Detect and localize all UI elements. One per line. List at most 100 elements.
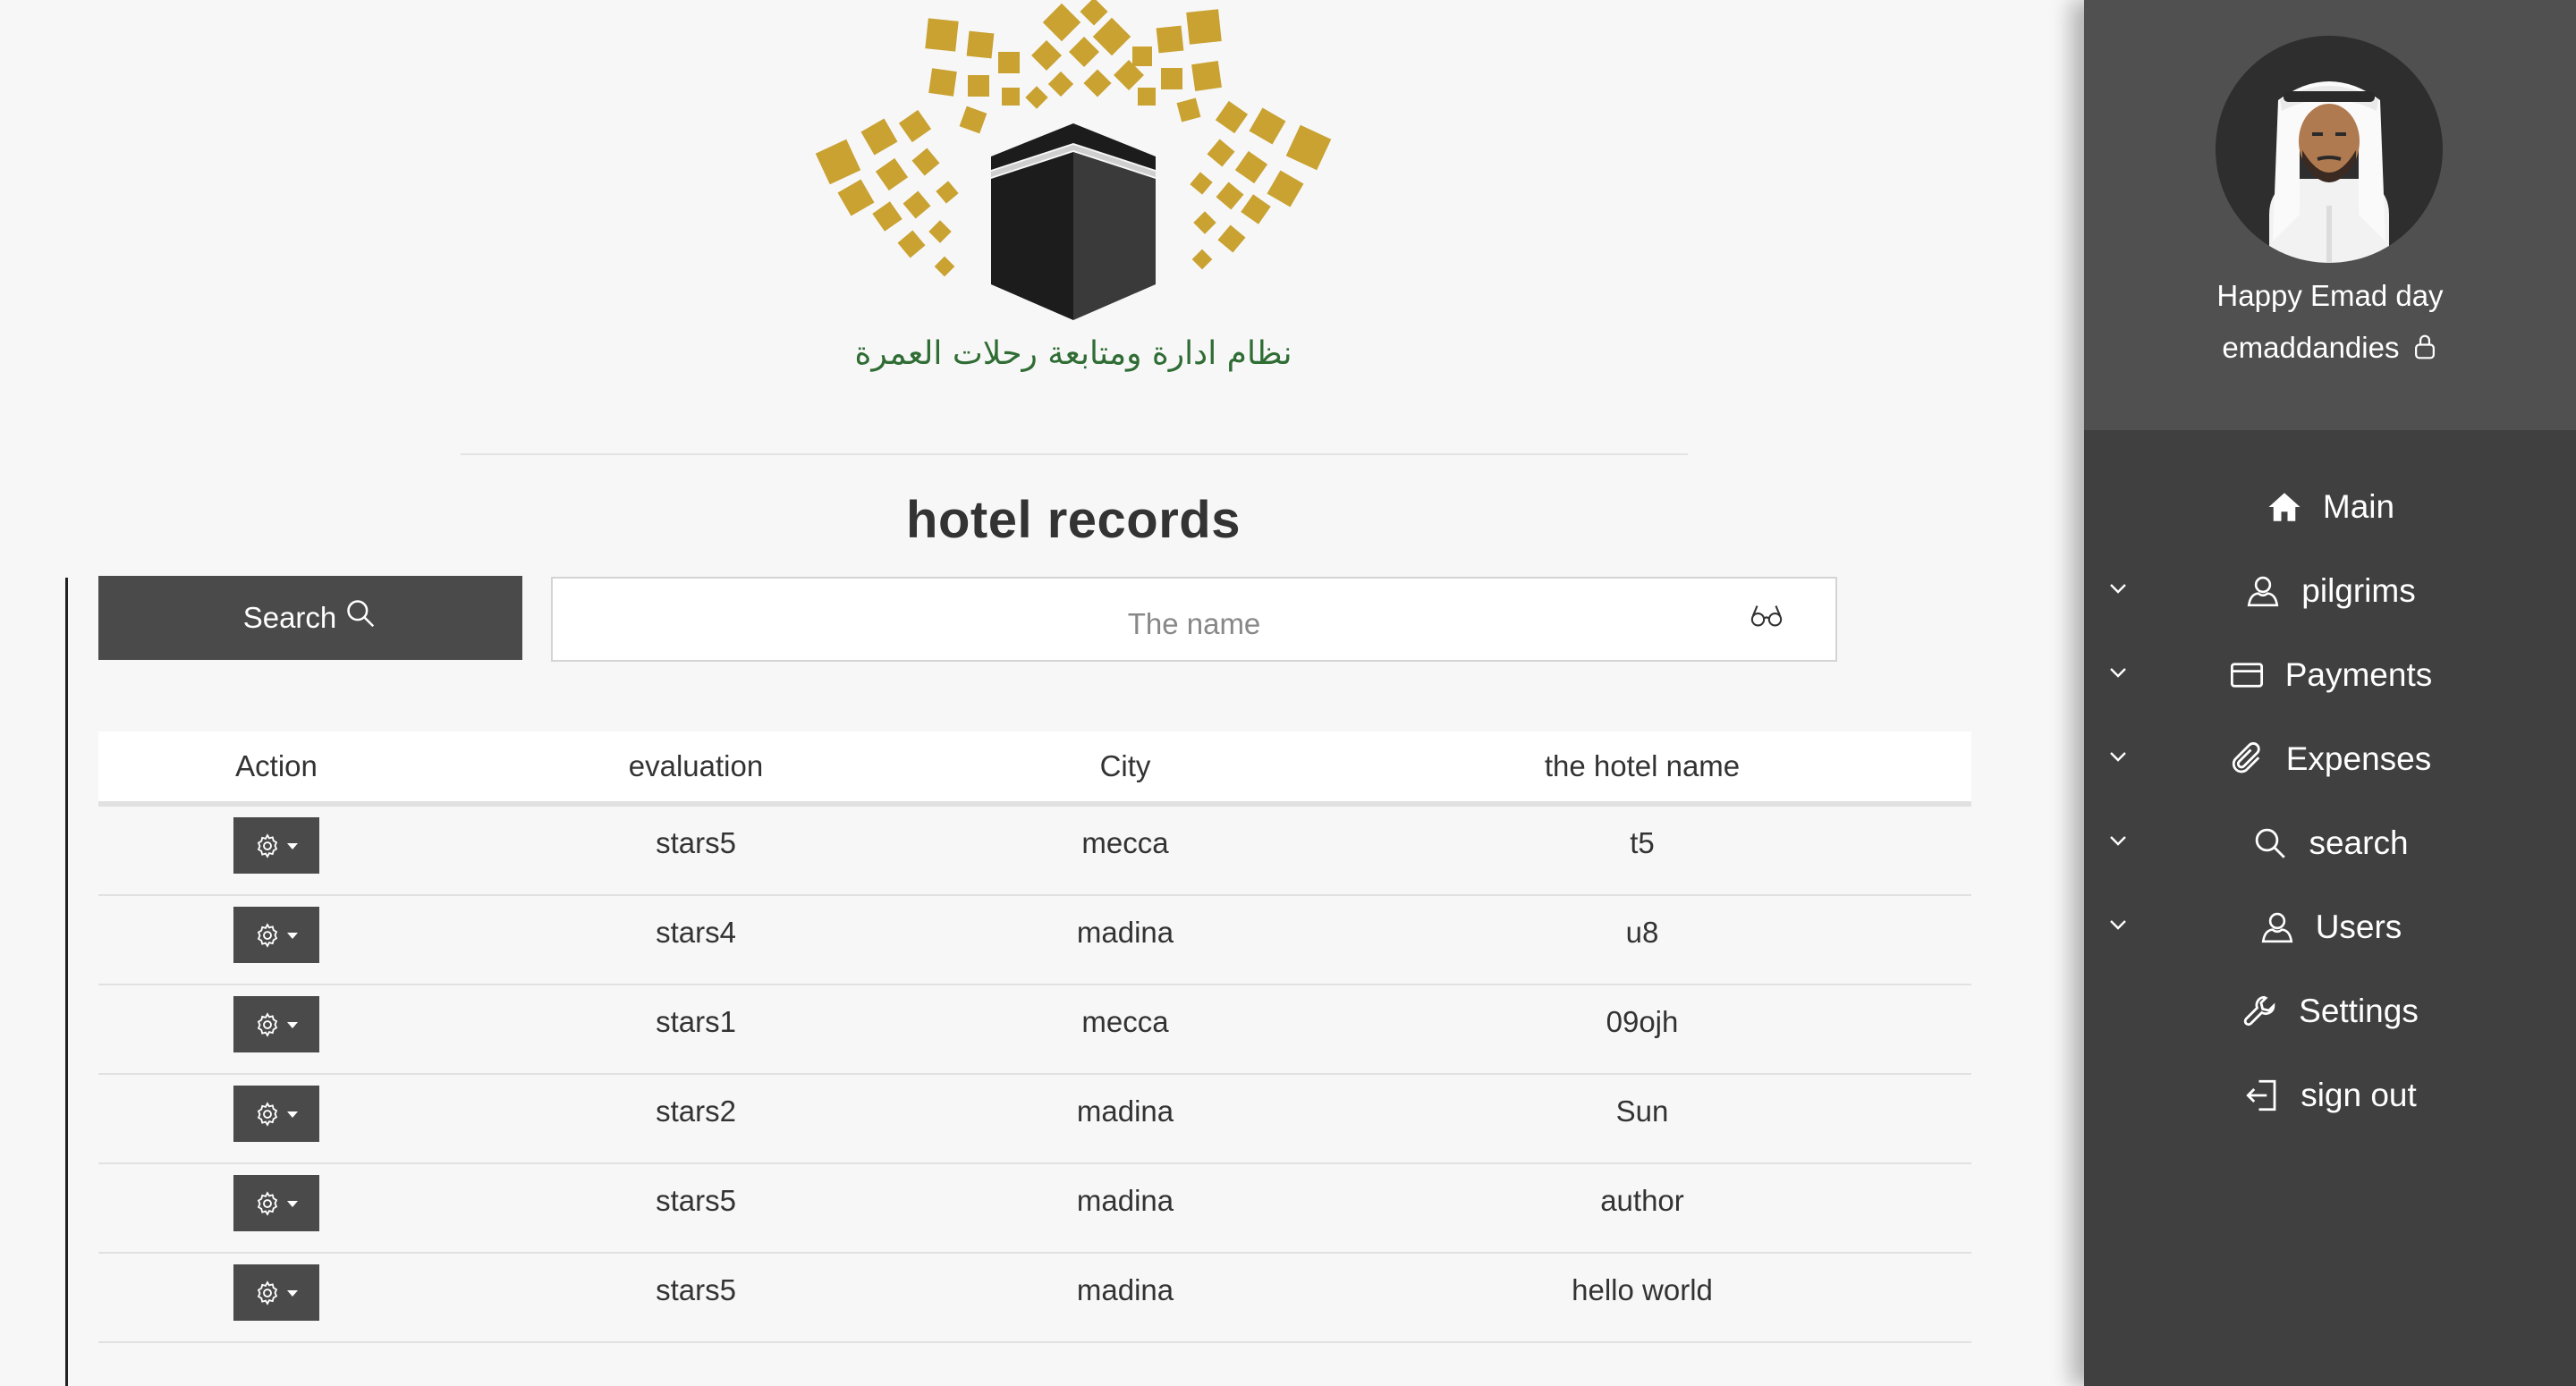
action-cell — [98, 807, 454, 874]
row-actions-button[interactable] — [233, 817, 319, 874]
city-cell: mecca — [1081, 826, 1169, 859]
sidebar-item-label: search — [2309, 824, 2409, 861]
sidebar-item-main[interactable]: Main — [2084, 465, 2576, 549]
action-cell — [98, 1254, 454, 1321]
search-icon — [347, 600, 375, 628]
city-cell: madina — [1076, 1094, 1174, 1128]
avatar — [2216, 36, 2443, 263]
greeting: Happy Emad day — [2216, 279, 2444, 312]
page-title: hotel records — [906, 491, 1241, 549]
row-actions-button[interactable] — [233, 996, 319, 1052]
divider — [461, 453, 1688, 455]
row-actions-button[interactable] — [233, 907, 319, 963]
row-actions-button[interactable] — [233, 1175, 319, 1231]
chevron-down-icon[interactable] — [2107, 748, 2129, 765]
search-button[interactable]: Search — [98, 576, 522, 660]
evaluation-cell: stars4 — [656, 916, 736, 949]
sidebar-nav: Main pilgrims Payments Expenses search Users S… — [2084, 465, 2576, 1137]
hotel-name-cell: t5 — [1630, 826, 1655, 859]
sidebar-item-sign-out[interactable]: sign out — [2084, 1053, 2576, 1137]
sidebar-item-label: sign out — [2301, 1077, 2417, 1113]
sidebar-item-search[interactable]: search — [2084, 801, 2576, 885]
sidebar-item-label: Main — [2322, 488, 2395, 525]
username: emaddandies — [2084, 331, 2576, 365]
evaluation-cell: stars5 — [656, 1273, 736, 1306]
table-header: Action evaluation City the hotel name — [98, 731, 1971, 807]
lock-icon — [2414, 334, 2435, 359]
city-cell: madina — [1076, 916, 1174, 949]
city-cell: madina — [1076, 1273, 1174, 1306]
glasses-icon — [1750, 605, 1783, 627]
hotel-table: Action evaluation City the hotel name st… — [98, 731, 1971, 1343]
table-row: stars4 madina u8 — [98, 896, 1971, 985]
profile-panel: Happy Emad day emaddandies — [2084, 0, 2576, 430]
sign-out-icon — [2243, 1077, 2281, 1114]
action-cell — [98, 896, 454, 963]
table-row: stars5 madina hello world — [98, 1254, 1971, 1343]
row-actions-button[interactable] — [233, 1264, 319, 1321]
sidebar-item-label: Expenses — [2285, 740, 2432, 777]
action-cell — [98, 1164, 454, 1231]
city-cell: mecca — [1081, 1005, 1169, 1038]
header-city: City — [1099, 749, 1151, 782]
chevron-down-icon[interactable] — [2107, 663, 2129, 681]
wrench-icon — [2241, 993, 2279, 1030]
user-icon — [2244, 572, 2282, 610]
sidebar-item-users[interactable]: Users — [2084, 885, 2576, 969]
credit-card-icon — [2228, 656, 2266, 694]
city-cell: madina — [1076, 1184, 1174, 1217]
gear-icon — [257, 1280, 278, 1306]
sidebar-item-expenses[interactable]: Expenses — [2084, 717, 2576, 801]
hotel-name-cell: 09ojh — [1606, 1005, 1679, 1038]
main-content: نظام ادارة ومتابعة رحلات العمرة hotel re… — [0, 0, 2084, 1386]
user-icon — [2258, 909, 2296, 946]
caret-down-icon — [287, 1021, 298, 1028]
sidebar-item-label: Payments — [2284, 656, 2433, 693]
row-actions-button[interactable] — [233, 1086, 319, 1142]
action-cell — [98, 1075, 454, 1142]
hotel-name-cell: Sun — [1615, 1094, 1669, 1128]
hotel-name-cell: u8 — [1625, 916, 1659, 949]
paperclip-icon — [2229, 740, 2267, 778]
table-row: stars1 mecca 09ojh — [98, 985, 1971, 1075]
gear-icon — [257, 1011, 278, 1037]
evaluation-cell: stars1 — [656, 1005, 736, 1038]
chevron-down-icon[interactable] — [2107, 832, 2129, 849]
vertical-divider — [65, 578, 68, 1386]
sidebar-item-label: Settings — [2299, 993, 2419, 1029]
caret-down-icon — [287, 1289, 298, 1297]
table-row: stars5 mecca t5 — [98, 807, 1971, 896]
kaaba-logo-icon — [815, 0, 1332, 320]
table-row: stars5 madina author — [98, 1164, 1971, 1254]
search-icon — [2251, 824, 2289, 862]
gear-icon — [257, 922, 278, 948]
sidebar: Happy Emad day emaddandies Main pilgrims P… — [2084, 0, 2576, 1386]
sidebar-item-settings[interactable]: Settings — [2084, 969, 2576, 1053]
table-body: stars5 mecca t5 stars4 madina u8 stars1 mecca 09… — [98, 807, 1971, 1343]
hotel-name-cell: author — [1600, 1184, 1684, 1217]
name-search-field — [551, 577, 1837, 662]
gear-icon — [257, 1101, 278, 1127]
caret-down-icon — [287, 842, 298, 849]
sidebar-item-payments[interactable]: Payments — [2084, 633, 2576, 717]
header-hotel-name: the hotel name — [1544, 749, 1741, 782]
name-input[interactable] — [553, 579, 1835, 660]
header-evaluation: evaluation — [628, 749, 764, 782]
gear-icon — [257, 1190, 278, 1216]
username-label: emaddandies — [2222, 331, 2400, 364]
caret-down-icon — [287, 1111, 298, 1118]
sidebar-item-label: pilgrims — [2301, 572, 2416, 609]
chevron-down-icon[interactable] — [2107, 579, 2129, 597]
header-action: Action — [235, 749, 318, 782]
logo-tagline: نظام ادارة ومتابعة رحلات العمرة — [854, 335, 1292, 372]
home-icon — [2266, 488, 2303, 526]
sidebar-item-label: Users — [2315, 909, 2402, 945]
sidebar-item-pilgrims[interactable]: pilgrims — [2084, 549, 2576, 633]
hotel-name-cell: hello world — [1572, 1273, 1713, 1306]
evaluation-cell: stars5 — [656, 1184, 736, 1217]
evaluation-cell: stars5 — [656, 826, 736, 859]
search-button-label: Search — [242, 601, 337, 634]
page: نظام ادارة ومتابعة رحلات العمرة hotel re… — [0, 0, 2576, 1386]
chevron-down-icon[interactable] — [2107, 916, 2129, 934]
caret-down-icon — [287, 932, 298, 939]
